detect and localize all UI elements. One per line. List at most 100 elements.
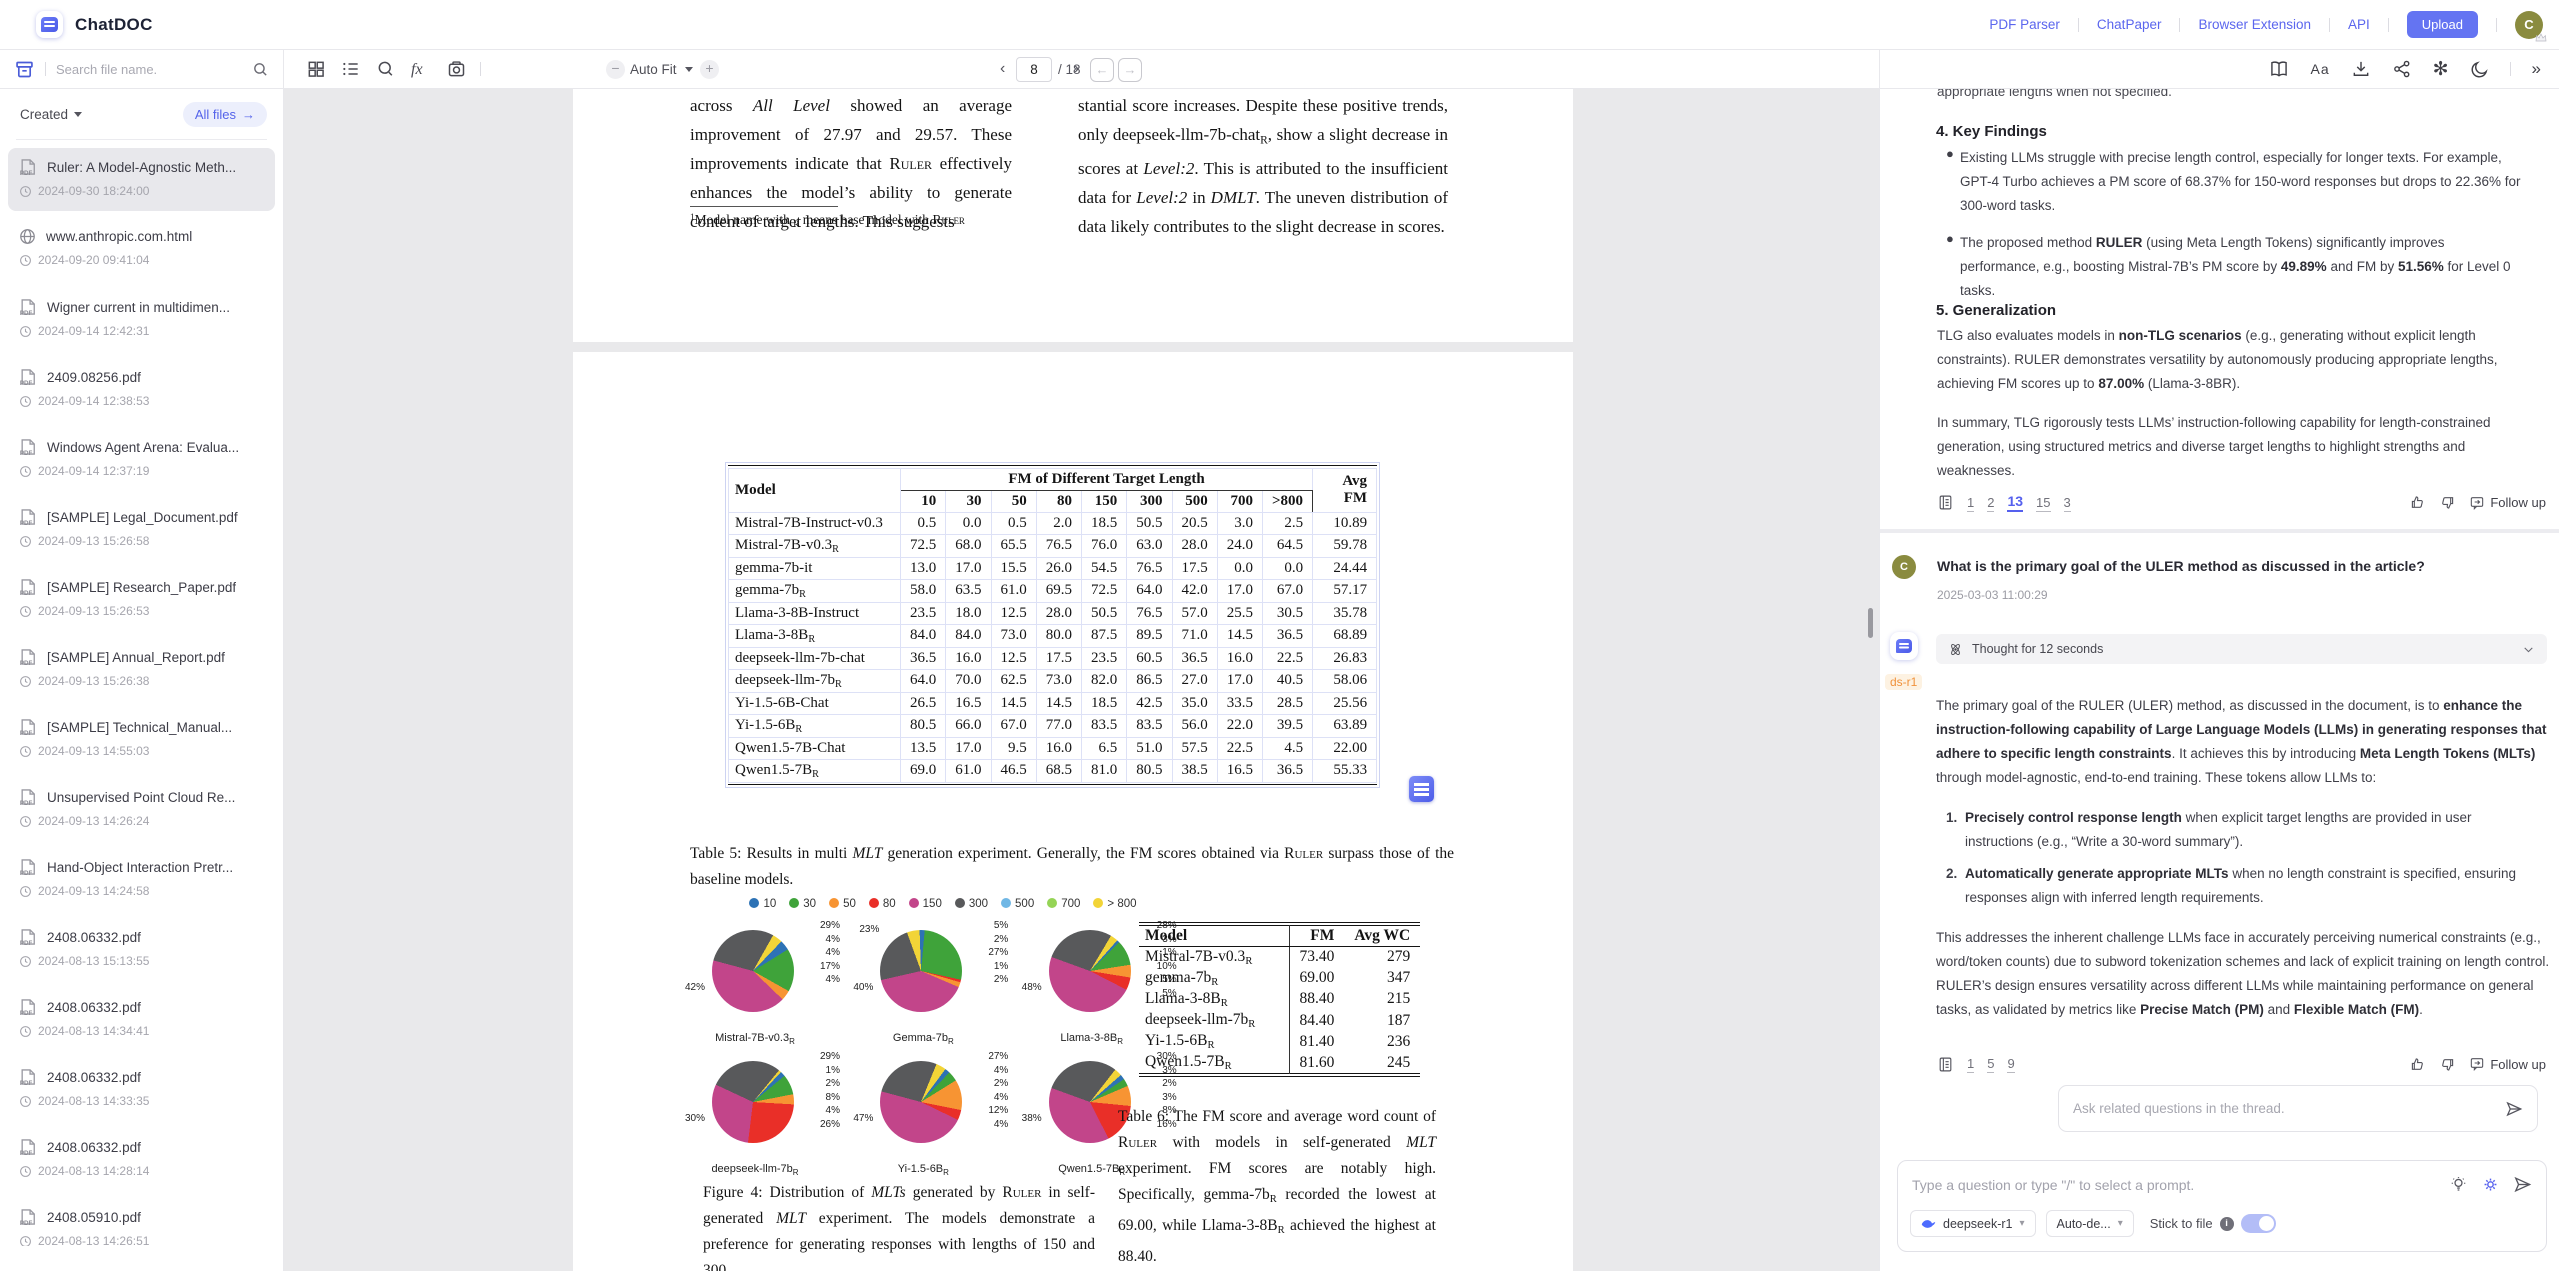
file-list-item[interactable]: PDF2408.06332.pdf2024-08-13 14:28:14 xyxy=(8,1128,275,1191)
table-chat-button[interactable] xyxy=(1409,776,1434,802)
file-list-item[interactable]: www.anthropic.com.html2024-09-20 09:41:0… xyxy=(8,218,275,281)
cited-page-number[interactable]: 5 xyxy=(1987,1055,1994,1073)
thumbs-down-icon[interactable] xyxy=(2439,1056,2456,1073)
model-tag: ds-r1 xyxy=(1885,674,1922,690)
clock-icon xyxy=(19,325,32,338)
follow-up-button[interactable]: Follow up xyxy=(2469,1056,2546,1072)
file-list-item[interactable]: PDF[SAMPLE] Annual_Report.pdf2024-09-13 … xyxy=(8,638,275,701)
send-icon[interactable] xyxy=(2505,1100,2523,1118)
follow-up-button[interactable]: Follow up xyxy=(2469,495,2546,511)
cited-page-number[interactable]: 1 xyxy=(1967,494,1974,512)
search-document-icon[interactable] xyxy=(376,59,396,79)
search-input[interactable] xyxy=(56,62,242,77)
chevron-down-icon xyxy=(2522,643,2535,656)
previous-page-button[interactable]: ‹ xyxy=(1000,60,1005,78)
svg-text:PDF: PDF xyxy=(20,1080,33,1087)
file-list-item[interactable]: PDFWigner current in multidimen...2024-0… xyxy=(8,288,275,351)
archive-icon[interactable] xyxy=(14,59,35,80)
sort-created-dropdown[interactable]: Created xyxy=(20,107,82,122)
divider xyxy=(2179,18,2180,32)
cited-page-number[interactable]: 9 xyxy=(2007,1055,2014,1073)
thumbs-up-icon[interactable] xyxy=(2409,494,2426,511)
file-list-item[interactable]: PDF[SAMPLE] Legal_Document.pdf2024-09-13… xyxy=(8,498,275,561)
user-question: What is the primary goal of the ULER met… xyxy=(1937,554,2537,578)
zoom-in-button[interactable]: + xyxy=(700,60,719,79)
file-timestamp: 2024-09-13 15:26:53 xyxy=(38,604,149,618)
legend-item: 500 xyxy=(1001,898,1034,910)
file-list-item[interactable]: PDF2408.06332.pdf2024-08-13 14:34:41 xyxy=(8,988,275,1051)
file-list-item[interactable]: PDF2408.05910.pdf2024-08-13 14:26:51 xyxy=(8,1198,275,1246)
file-list-item[interactable]: PDF[SAMPLE] Research_Paper.pdf2024-09-13… xyxy=(8,568,275,631)
table-row: gemma-7b-it13.017.015.526.054.576.517.50… xyxy=(729,557,1377,579)
footnote-rule xyxy=(690,206,838,207)
file-list-item[interactable]: PDF2409.08256.pdf2024-09-14 12:38:53 xyxy=(8,358,275,421)
formula-icon[interactable]: fx xyxy=(411,61,423,79)
all-files-button[interactable]: All files → xyxy=(183,102,267,127)
settings-gear-icon[interactable] xyxy=(2481,1175,2500,1194)
collapse-panel-icon[interactable]: » xyxy=(2532,59,2541,79)
prompt-ideas-bulb-icon[interactable] xyxy=(2449,1175,2468,1194)
history-back-button[interactable]: ← xyxy=(1090,58,1114,82)
file-list-item[interactable]: PDF2408.06332.pdf2024-08-13 14:33:35 xyxy=(8,1058,275,1121)
upload-button[interactable]: Upload xyxy=(2407,11,2478,38)
detect-mode-dropdown[interactable]: Auto-de... ▾ xyxy=(2046,1210,2134,1237)
file-list-item[interactable]: PDFUnsupervised Point Cloud Re...2024-09… xyxy=(8,778,275,841)
download-icon[interactable] xyxy=(2351,59,2371,79)
stick-to-file-toggle[interactable] xyxy=(2241,1214,2276,1233)
table-row: Llama-3-8BR88.40215 xyxy=(1139,989,1420,1010)
outline-list-icon[interactable] xyxy=(341,59,361,79)
model-select-dropdown[interactable]: deepseek-r1 ▾ xyxy=(1910,1210,2036,1237)
file-list-item[interactable]: PDFHand-Object Interaction Pretr...2024-… xyxy=(8,848,275,911)
svg-text:PDF: PDF xyxy=(20,520,33,527)
info-icon[interactable]: i xyxy=(2220,1217,2234,1231)
pie-chart xyxy=(880,1061,962,1143)
screenshot-icon[interactable] xyxy=(446,59,467,80)
cited-page-number[interactable]: 2 xyxy=(1987,494,1994,512)
file-list-item[interactable]: PDF2408.06332.pdf2024-08-13 15:13:55 xyxy=(8,918,275,981)
share-icon[interactable] xyxy=(2392,59,2412,79)
viewer-scrollbar[interactable] xyxy=(1868,608,1873,638)
zoom-level-dropdown[interactable]: Auto Fit xyxy=(630,62,693,77)
pie-label: 2% xyxy=(994,1078,1008,1089)
send-icon[interactable] xyxy=(2513,1175,2532,1194)
file-list-item[interactable]: PDF[SAMPLE] Technical_Manual...2024-09-1… xyxy=(8,708,275,771)
file-list-item[interactable]: PDFWindows Agent Arena: Evalua...2024-09… xyxy=(8,428,275,491)
nav-link-pdf-parser[interactable]: PDF Parser xyxy=(1989,17,2060,32)
thumbs-down-icon[interactable] xyxy=(2439,494,2456,511)
page-number-input[interactable] xyxy=(1016,57,1052,82)
sort-label: Created xyxy=(20,107,68,122)
search-icon[interactable] xyxy=(252,61,269,78)
summary-book-icon[interactable] xyxy=(2269,59,2289,79)
thumbnail-grid-icon[interactable] xyxy=(306,59,326,79)
pie-chart-cell: 29%4%4%17%4%42%Mistral-7B-v0.3R xyxy=(685,918,848,1046)
cited-page-number[interactable]: 13 xyxy=(2007,493,2023,512)
thought-toggle[interactable]: Thought for 12 seconds xyxy=(1936,634,2547,664)
dark-mode-moon-icon[interactable] xyxy=(2470,60,2489,79)
follow-up-label: Follow up xyxy=(2490,1057,2546,1072)
font-size-icon[interactable]: Aa xyxy=(2310,61,2329,77)
question-input[interactable] xyxy=(1912,1177,2436,1193)
nav-link-api[interactable]: API xyxy=(2348,17,2370,32)
divider xyxy=(2329,18,2330,32)
zoom-out-button[interactable]: − xyxy=(606,60,625,79)
sidebar-toolbar xyxy=(0,50,283,89)
file-name: 2408.06332.pdf xyxy=(47,1000,141,1015)
brand-logo[interactable]: ChatDOC xyxy=(36,11,153,38)
next-page-button[interactable]: › xyxy=(1074,60,1079,78)
nav-link-browser-extension[interactable]: Browser Extension xyxy=(2198,17,2311,32)
openai-icon[interactable]: ✻ xyxy=(2433,60,2449,79)
answer-list-item: 1.Precisely control response length when… xyxy=(1946,806,2536,854)
file-list-item[interactable]: PDFRuler: A Model-Agnostic Meth...2024-0… xyxy=(8,148,275,211)
svg-text:PDF: PDF xyxy=(20,590,33,597)
cited-page-number[interactable]: 15 xyxy=(2036,494,2050,512)
cited-page-number[interactable]: 1 xyxy=(1967,1055,1974,1073)
thumbs-up-icon[interactable] xyxy=(2409,1056,2426,1073)
clipped-summary-line: appropriate lengths when not specified. xyxy=(1937,89,2172,104)
cited-page-number[interactable]: 3 xyxy=(2064,494,2071,512)
history-forward-button[interactable]: → xyxy=(1118,58,1142,82)
pdf-canvas[interactable]: across All Level showed an average impro… xyxy=(284,89,1879,1271)
thread-input[interactable] xyxy=(2073,1101,2495,1116)
table-row: Qwen1.5-7BR81.60245 xyxy=(1139,1052,1420,1074)
user-avatar[interactable]: C xyxy=(2515,11,2543,39)
nav-link-chatpaper[interactable]: ChatPaper xyxy=(2097,17,2162,32)
